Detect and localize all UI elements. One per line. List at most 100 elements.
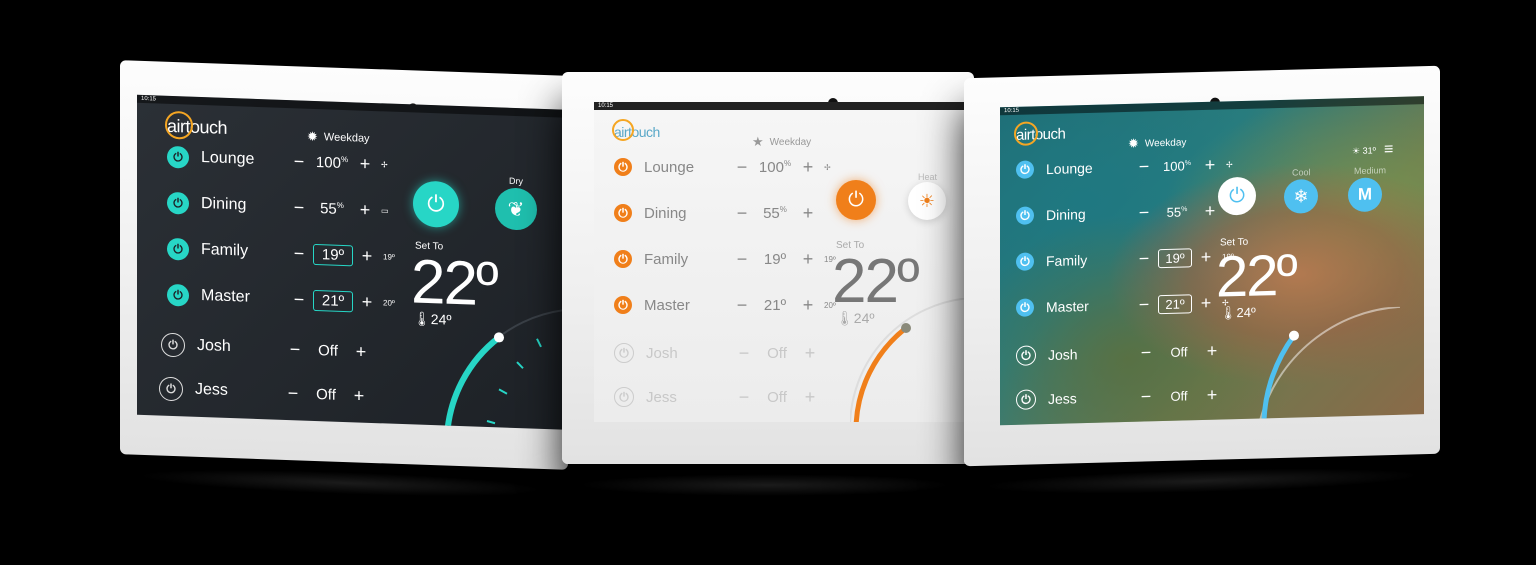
mode-button-heat[interactable]: ☀ [908,182,946,220]
increase-button[interactable]: + [1196,246,1216,268]
zone-row-master: ⏻ Master − 21º + ✢ [1016,289,1229,321]
decrease-button[interactable]: − [1134,294,1154,316]
zone-power-button[interactable]: ⏻ [167,283,189,307]
temperature-dial[interactable] [437,295,563,430]
increase-button[interactable]: + [798,203,818,224]
zone-power-button[interactable]: ⏻ [614,204,632,222]
zone-name: Josh [646,344,678,362]
zone-value: 19º [313,243,353,266]
increase-button[interactable]: + [1196,292,1216,314]
decrease-button[interactable]: − [289,151,309,173]
decrease-button[interactable]: − [1134,156,1154,178]
zone-power-button[interactable]: ⏻ [614,343,634,363]
zone-power-button[interactable]: ⏻ [167,145,189,169]
increase-button[interactable]: + [798,249,818,270]
increase-button[interactable]: + [1202,340,1222,362]
schedule-indicator[interactable]: ★ Weekday [752,134,811,150]
zone-power-button[interactable]: ⏻ [614,387,634,407]
zone-power-button[interactable]: ⏻ [1016,160,1034,179]
decrease-button[interactable]: − [732,295,752,316]
main-power-button[interactable]: ⏻ [836,180,876,220]
increase-button[interactable]: + [1200,154,1220,176]
zone-power-button[interactable]: ⏻ [1016,389,1036,410]
tablet-light: 10:15 airtouch ★ Weekday ⏻ Lounge − 100%… [562,72,974,496]
schedule-indicator[interactable]: ✹ Weekday [307,129,370,147]
zone-name: Jess [1048,390,1077,408]
decrease-button[interactable]: − [1134,248,1154,270]
zone-power-button[interactable]: ⏻ [1016,206,1034,225]
airtouch-logo: airtouch [612,119,660,141]
temperature-dial[interactable] [1250,306,1400,421]
zone-name: Lounge [201,149,255,168]
zone-name: Dining [1046,206,1086,224]
logo-ring [612,119,634,141]
increase-button[interactable]: + [349,385,369,407]
increase-button[interactable]: + [800,343,820,364]
zone-value: 21º [763,296,787,314]
zone-name: Josh [197,336,231,356]
zone-power-button[interactable]: ⏻ [614,158,632,176]
increase-button[interactable]: + [357,291,377,313]
zone-name: Family [1046,252,1088,270]
increase-button[interactable]: + [355,153,375,175]
decrease-button[interactable]: − [734,343,754,364]
decrease-button[interactable]: − [289,243,309,265]
zone-row-dining: ⏻ Dining − 55% + [614,200,818,226]
mode-button-cool[interactable]: ❄ [1284,178,1318,214]
zone-power-button[interactable]: ⏻ [1016,345,1036,366]
increase-button[interactable]: + [798,295,818,316]
zone-power-button[interactable]: ⏻ [167,237,189,261]
schedule-indicator[interactable]: ✹ Weekday [1128,134,1186,152]
screen-dark: 10:15 airtouch ✹ Weekday ⏻ Lounge − 100%… [137,94,563,430]
airtouch-logo: airtouch [165,110,227,140]
zone-value: Off [318,341,338,360]
zone-row-josh: ⏻ Josh − Off + [614,340,820,366]
decrease-button[interactable]: − [1136,386,1156,408]
zone-name: Jess [646,388,677,406]
decrease-button[interactable]: − [732,203,752,224]
temperature-dial[interactable] [850,298,966,422]
decrease-button[interactable]: − [283,382,303,404]
zone-row-jess: ⏻ Jess − Off + [614,384,820,410]
zone-value: 19º [1158,247,1192,268]
zone-power-button[interactable]: ⏻ [161,332,185,358]
zone-name: Dining [201,195,247,214]
zone-sensor-temp: 20º [383,297,395,308]
decrease-button[interactable]: − [285,338,305,360]
zone-value: 100% [758,158,792,176]
zone-power-button[interactable]: ⏻ [1016,298,1034,317]
zone-power-button[interactable]: ⏻ [614,296,632,314]
increase-button[interactable]: + [800,387,820,408]
decrease-button[interactable]: − [1134,202,1154,224]
decrease-button[interactable]: − [732,249,752,270]
increase-button[interactable]: + [357,245,377,267]
fan-speed-value: M [1357,184,1373,204]
status-time: 10:15 [141,95,157,103]
schedule-icon: ✹ [1128,135,1139,151]
fan-speed-button[interactable]: M [1348,177,1382,213]
decrease-button[interactable]: − [1136,342,1156,364]
menu-icon[interactable]: ≡ [1384,141,1393,159]
sun-icon: ☀ [1352,145,1361,157]
status-bar: 10:15 [594,102,966,110]
increase-button[interactable]: + [1200,200,1220,222]
tablet-photo: 10:15 airtouch ✹ Weekday ☀ 31º ≡ ⏻ Loung… [964,65,1440,467]
zone-power-button[interactable]: ⏻ [159,376,183,402]
zone-power-button[interactable]: ⏻ [614,250,632,268]
decrease-button[interactable]: − [289,289,309,311]
zone-value: 100% [1163,157,1191,174]
increase-button[interactable]: + [355,199,375,221]
main-power-button[interactable]: ⏻ [413,180,459,229]
decrease-button[interactable]: − [734,387,754,408]
zone-row-master: ⏻ Master − 21º + 20º [614,292,836,318]
mode-button-dry[interactable]: ❦ [495,187,537,231]
status-bar: 10:15 [137,94,563,118]
increase-button[interactable]: + [1202,384,1222,406]
increase-button[interactable]: + [351,341,371,363]
main-power-button[interactable]: ⏻ [1218,176,1256,216]
decrease-button[interactable]: − [732,157,752,178]
increase-button[interactable]: + [798,157,818,178]
zone-power-button[interactable]: ⏻ [167,191,189,215]
decrease-button[interactable]: − [289,197,309,219]
zone-power-button[interactable]: ⏻ [1016,252,1034,271]
